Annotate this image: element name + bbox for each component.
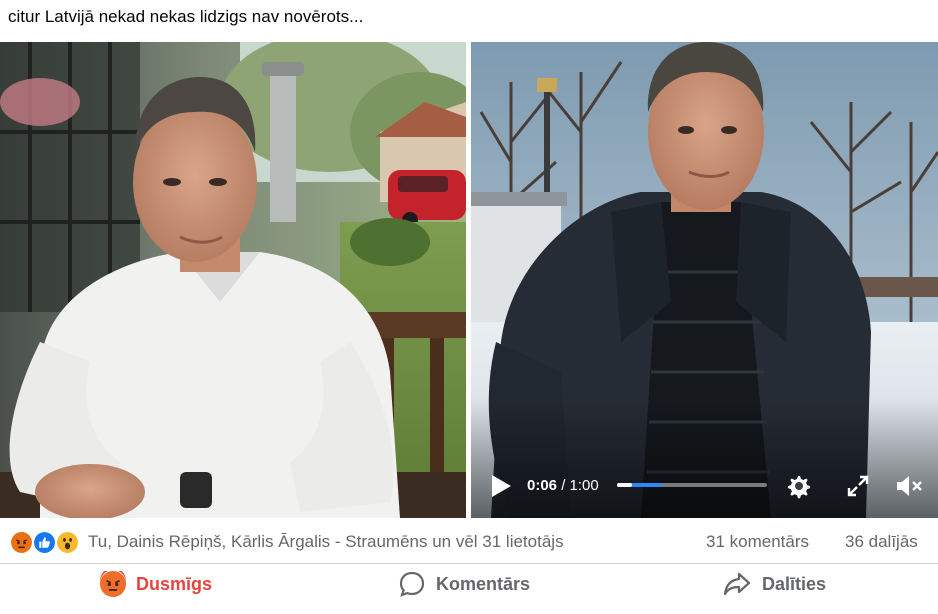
- video-player[interactable]: 0:06 / 1:00: [471, 42, 938, 518]
- divider: [0, 563, 938, 564]
- reaction-icons[interactable]: [9, 530, 83, 556]
- like-icon: [32, 530, 57, 555]
- share-icon: [723, 572, 751, 596]
- video-duration: 1:00: [569, 477, 599, 494]
- comment-button[interactable]: Komentārs: [398, 566, 530, 602]
- comment-icon: [399, 571, 425, 597]
- fullscreen-icon[interactable]: [847, 475, 869, 497]
- gear-icon[interactable]: [784, 472, 812, 500]
- wow-icon: [55, 530, 80, 555]
- comments-count[interactable]: 31 komentārs: [706, 532, 809, 552]
- share-button[interactable]: Dalīties: [722, 566, 826, 602]
- comment-label: Komentārs: [436, 573, 531, 594]
- angry-reaction-button[interactable]: Dusmīgs: [100, 566, 212, 602]
- post-caption: citur Latvijā nekad nekas lidzigs nav no…: [8, 7, 364, 26]
- post-media[interactable]: 0:06 / 1:00: [0, 42, 938, 518]
- video-progress-fill: [617, 483, 632, 487]
- video-time: 0:06 / 1:00: [527, 477, 599, 494]
- play-icon[interactable]: [489, 473, 513, 499]
- video-controls: 0:06 / 1:00: [471, 458, 938, 518]
- angry-icon: [100, 571, 126, 597]
- video-time-separator: /: [557, 477, 570, 494]
- video-current-time: 0:06: [527, 477, 558, 494]
- angry-reaction-label: Dusmīgs: [136, 573, 213, 594]
- reactions-row: Tu, Dainis Rēpiņš, Kārlis Ārgalis - Stra…: [0, 528, 938, 558]
- photo-left[interactable]: [0, 42, 466, 518]
- photo-man-white-shirt: [0, 42, 466, 518]
- post-actions: Dusmīgs Komentārs Dalīties: [0, 566, 938, 606]
- mute-icon[interactable]: [895, 473, 923, 499]
- reaction-names[interactable]: Tu, Dainis Rēpiņš, Kārlis Ārgalis - Stra…: [88, 532, 564, 552]
- shares-count[interactable]: 36 dalījās: [845, 532, 918, 552]
- video-frame-man-dark-jacket: [471, 42, 938, 518]
- angry-icon: [9, 530, 34, 555]
- video-progress-bar[interactable]: [617, 483, 767, 487]
- share-label: Dalīties: [762, 573, 827, 594]
